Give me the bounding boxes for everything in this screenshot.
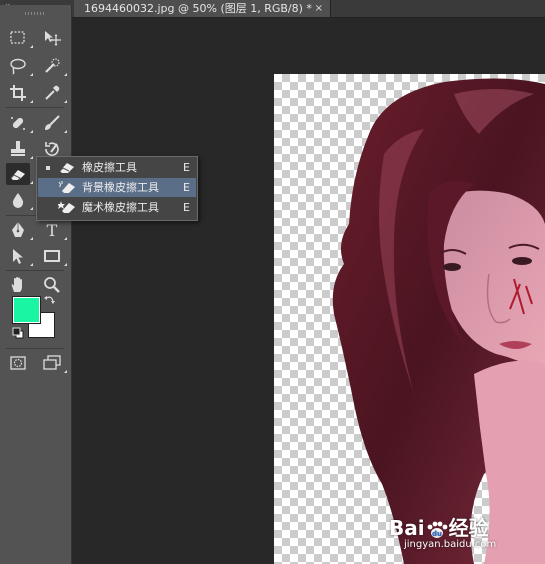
flyout-item-background-eraser[interactable]: 背景橡皮擦工具 E xyxy=(38,178,196,197)
path-selection-tool[interactable] xyxy=(6,245,33,267)
quick-selection-tool[interactable] xyxy=(40,55,67,77)
flyout-item-label: 背景橡皮擦工具 xyxy=(82,181,159,194)
brush-icon xyxy=(45,115,60,130)
watermark-logo-left: Bai xyxy=(389,516,425,540)
eraser-tool-flyout: 橡皮擦工具 E 背景橡皮擦工具 E 魔术橡皮擦工具 E xyxy=(36,156,198,221)
default-colors-icon[interactable] xyxy=(12,327,24,339)
hand-icon xyxy=(11,277,22,292)
type-tool[interactable]: T xyxy=(40,219,67,241)
rectangular-marquee-tool[interactable] xyxy=(6,27,33,49)
eyedropper-tool[interactable] xyxy=(40,82,67,104)
baidu-jingyan-watermark: Bai du 经验 xyxy=(389,512,489,541)
flyout-item-label: 橡皮擦工具 xyxy=(82,161,137,174)
path-selection-icon xyxy=(13,249,23,264)
blur-icon xyxy=(12,193,24,208)
blur-tool[interactable] xyxy=(6,189,33,211)
move-icon xyxy=(45,31,61,46)
eyedropper-icon xyxy=(45,85,60,100)
flyout-item-shortcut: E xyxy=(183,181,190,194)
pen-tool[interactable] xyxy=(6,219,33,241)
current-tool-bullet xyxy=(46,166,50,170)
watermark-url: jingyan.baidu.com xyxy=(404,539,497,550)
flyout-item-magic-eraser[interactable]: 魔术橡皮擦工具 E xyxy=(38,198,196,217)
rectangle-tool[interactable] xyxy=(40,245,67,267)
type-icon: T xyxy=(46,220,58,240)
close-tab-icon[interactable]: × xyxy=(315,0,323,17)
tools-panel: T xyxy=(0,5,72,564)
clone-stamp-tool[interactable] xyxy=(6,138,33,160)
panel-grip[interactable] xyxy=(25,12,45,15)
eraser-icon xyxy=(10,170,25,181)
swap-colors-icon[interactable] xyxy=(44,294,56,306)
eraser-icon xyxy=(59,163,74,173)
flyout-item-shortcut: E xyxy=(183,201,190,214)
document-tab-bar: « 1694460032.jpg @ 50% (图层 1, RGB/8) * × xyxy=(0,0,545,18)
portrait-photo xyxy=(332,78,545,564)
watermark-logo-right: 经验 xyxy=(448,516,489,540)
flyout-item-label: 魔术橡皮擦工具 xyxy=(82,201,159,214)
lasso-icon xyxy=(10,58,26,75)
background-eraser-icon xyxy=(58,181,75,193)
brush-tool[interactable] xyxy=(40,112,67,134)
zoom-icon xyxy=(44,277,60,293)
document-tab[interactable]: 1694460032.jpg @ 50% (图层 1, RGB/8) * × xyxy=(74,0,331,17)
baidu-paw-icon: du xyxy=(427,521,448,538)
quick-mask-button[interactable] xyxy=(6,352,30,374)
svg-text:du: du xyxy=(432,530,442,538)
quick-mask-icon xyxy=(10,356,26,370)
pen-icon xyxy=(12,222,24,237)
spot-healing-tool[interactable] xyxy=(6,112,33,134)
foreground-color-swatch[interactable] xyxy=(12,296,41,324)
screen-mode-button[interactable] xyxy=(40,352,67,374)
spot-healing-icon xyxy=(11,117,25,130)
eraser-tool[interactable] xyxy=(6,163,33,185)
move-tool[interactable] xyxy=(40,27,64,49)
flyout-item-eraser[interactable]: 橡皮擦工具 E xyxy=(38,158,196,177)
rectangle-icon xyxy=(44,250,60,262)
zoom-tool[interactable] xyxy=(40,274,64,296)
document-tab-title: 1694460032.jpg @ 50% (图层 1, RGB/8) * xyxy=(84,2,312,15)
clone-stamp-icon xyxy=(11,141,25,156)
quick-selection-icon xyxy=(45,58,60,73)
hand-tool[interactable] xyxy=(6,274,30,296)
flyout-item-shortcut: E xyxy=(183,161,190,174)
rectangular-marquee-icon xyxy=(10,31,25,44)
crop-icon xyxy=(10,85,26,101)
crop-tool[interactable] xyxy=(6,82,33,104)
magic-eraser-icon xyxy=(58,201,75,213)
document-canvas[interactable] xyxy=(274,74,545,564)
screen-mode-icon xyxy=(43,355,61,370)
lasso-tool[interactable] xyxy=(6,55,33,77)
